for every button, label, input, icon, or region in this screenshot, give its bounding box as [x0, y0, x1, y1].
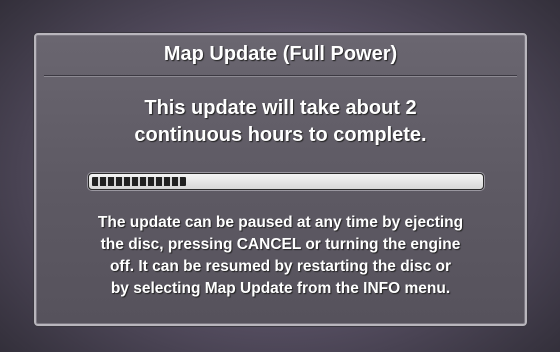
- title-divider: [44, 75, 517, 77]
- update-instructions-text: The update can be paused at any time by …: [36, 212, 525, 300]
- message-line: The update can be paused at any time by …: [97, 214, 464, 231]
- message-line: off. It can be resumed by restarting the…: [109, 258, 452, 275]
- message-line: the disc, pressing CANCEL or turning the…: [100, 236, 461, 253]
- headline-line: continuous hours to complete.: [134, 124, 427, 146]
- message-line: by selecting Map Update from the INFO me…: [110, 280, 451, 297]
- update-duration-text: This update will take about 2 continuous…: [36, 95, 525, 149]
- update-progress-bar: [88, 173, 484, 190]
- dialog-title: Map Update (Full Power): [163, 43, 398, 65]
- map-update-dialog: Map Update (Full Power) This update will…: [34, 33, 527, 326]
- progress-fill: [92, 177, 186, 186]
- headline-line: This update will take about 2: [144, 97, 417, 119]
